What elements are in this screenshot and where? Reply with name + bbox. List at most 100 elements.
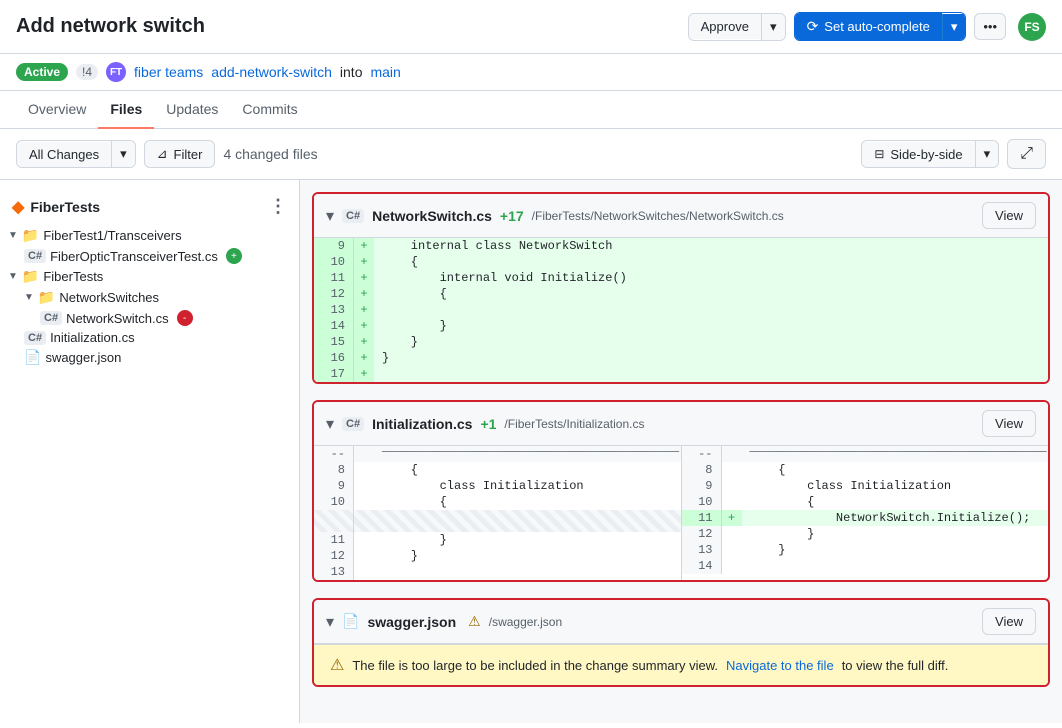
more-actions-button[interactable]: ••• [974, 13, 1006, 40]
tab-bar: Overview Files Updates Commits [0, 91, 1062, 129]
cs-icon: C# [24, 331, 46, 345]
approve-button-group[interactable]: Approve ▾ [688, 13, 786, 41]
tab-files[interactable]: Files [98, 91, 154, 129]
active-badge: Active [16, 63, 68, 81]
file-label: Initialization.cs [50, 330, 135, 345]
file-card-initialization: ▾ C# Initialization.cs +1 /FiberTests/In… [312, 400, 1050, 582]
file-card-header: ▾ C# Initialization.cs +1 /FiberTests/In… [314, 402, 1048, 446]
auto-complete-button-group[interactable]: ⟳ Set auto-complete ▾ [794, 12, 967, 41]
code-line: 11 } [314, 532, 681, 548]
collapse-button[interactable]: ▾ [326, 414, 334, 434]
count-badge: !4 [76, 64, 98, 80]
file-tree-sidebar: ◆ FiberTests ⋮ ▼ 📁 FiberTest1/Transceive… [0, 180, 300, 723]
file-card-header: ▾ 📄 swagger.json ⚠ /swagger.json View [314, 600, 1048, 644]
warning-bar: ⚠ The file is too large to be included i… [314, 644, 1048, 685]
folder-label: FiberTests [43, 269, 103, 284]
chevron-down-icon: ▼ [8, 271, 18, 282]
diff-right: -- ─────────────────────────────────────… [682, 446, 1049, 580]
folder-icon: 📁 [22, 227, 39, 244]
collapse-button[interactable]: ▾ [326, 612, 334, 632]
expand-button[interactable]: ⤢ [1007, 139, 1046, 169]
changed-files-count: 4 changed files [223, 146, 317, 162]
file-name: NetworkSwitch.cs [372, 208, 492, 224]
branch-to[interactable]: main [370, 64, 400, 80]
diff-content-area: ▾ C# NetworkSwitch.cs +17 /FiberTests/Ne… [300, 180, 1062, 723]
code-line: 8 { [314, 462, 681, 478]
tree-file-networkswitch[interactable]: C# NetworkSwitch.cs - [0, 308, 299, 328]
files-toolbar: All Changes ▾ ⊿ Filter 4 changed files ⊟… [0, 129, 1062, 180]
cs-icon: C# [24, 249, 46, 263]
code-line: 16 + } [314, 350, 1048, 366]
all-changes-dropdown[interactable]: All Changes ▾ [16, 140, 136, 168]
warning-icon: ⚠ [330, 655, 344, 675]
approve-chevron[interactable]: ▾ [761, 14, 785, 40]
diff-left: -- ─────────────────────────────────────… [314, 446, 682, 580]
all-changes-chevron[interactable]: ▾ [111, 141, 135, 167]
tree-file-fiberoptic[interactable]: C# FiberOpticTransceiverTest.cs + [0, 246, 299, 266]
view-file-button[interactable]: View [982, 202, 1036, 229]
code-line: 10 + { [314, 254, 1048, 270]
filter-icon: ⊿ [157, 146, 168, 162]
code-line: 10 { [682, 494, 1049, 510]
author-link[interactable]: fiber teams [134, 64, 203, 80]
tree-folder-fibertests[interactable]: ▼ 📁 FiberTests [0, 266, 299, 287]
tab-overview[interactable]: Overview [16, 91, 98, 129]
filter-button[interactable]: ⊿ Filter [144, 140, 216, 168]
code-line: 9 class Initialization [682, 478, 1049, 494]
code-line: -- ─────────────────────────────────────… [314, 446, 681, 462]
file-path: /FiberTests/Initialization.cs [504, 417, 644, 431]
tree-file-swagger[interactable]: 📄 swagger.json [0, 347, 299, 368]
branch-from[interactable]: add-network-switch [211, 64, 332, 80]
sidebar-header-left: ◆ FiberTests [12, 197, 100, 217]
file-label: NetworkSwitch.cs [66, 311, 169, 326]
page-title: Add network switch [16, 15, 205, 38]
tree-folder-networkswitches[interactable]: ▼ 📁 NetworkSwitches [0, 287, 299, 308]
view-mode-chevron[interactable]: ▾ [975, 141, 999, 167]
cs-icon: C# [40, 311, 62, 325]
file-change-count: +17 [500, 208, 524, 224]
warning-link[interactable]: Navigate to the file [726, 658, 834, 673]
code-line-skipped [314, 510, 681, 532]
toolbar-right: ⊟ Side-by-side ▾ ⤢ [861, 139, 1046, 169]
all-changes-button[interactable]: All Changes [17, 142, 111, 167]
cs-lang-badge: C# [342, 417, 364, 431]
tree-folder-fibertests1[interactable]: ▼ 📁 FiberTest1/Transceivers [0, 225, 299, 246]
warning-triangle-icon: ⚠ [468, 613, 481, 630]
add-badge-icon: + [226, 248, 242, 264]
tab-commits[interactable]: Commits [230, 91, 309, 129]
code-line: 9 + internal class NetworkSwitch [314, 238, 1048, 254]
repo-icon: ◆ [12, 197, 24, 217]
code-line: 11 + internal void Initialize() [314, 270, 1048, 286]
code-line: 15 + } [314, 334, 1048, 350]
code-line: 13 [314, 564, 681, 580]
auto-complete-button[interactable]: ⟳ Set auto-complete [795, 13, 942, 40]
main-content: ◆ FiberTests ⋮ ▼ 📁 FiberTest1/Transceive… [0, 180, 1062, 723]
remove-badge-icon: - [177, 310, 193, 326]
file-label: swagger.json [45, 350, 121, 365]
code-line: 12 } [682, 526, 1049, 542]
tab-updates[interactable]: Updates [154, 91, 230, 129]
file-change-count: +1 [480, 416, 496, 432]
file-card-swagger: ▾ 📄 swagger.json ⚠ /swagger.json View ⚠ … [312, 598, 1050, 687]
code-line: 8 { [682, 462, 1049, 478]
view-file-button[interactable]: View [982, 608, 1036, 635]
tree-file-initialization[interactable]: C# Initialization.cs [0, 328, 299, 347]
approve-button[interactable]: Approve [689, 14, 761, 39]
warning-suffix: to view the full diff. [842, 658, 949, 673]
collapse-button[interactable]: ▾ [326, 206, 334, 226]
code-line: -- ─────────────────────────────────────… [682, 446, 1049, 462]
side-by-side-button[interactable]: ⊟ Side-by-side [862, 142, 974, 167]
folder-label: NetworkSwitches [59, 290, 159, 305]
file-card-header: ▾ C# NetworkSwitch.cs +17 /FiberTests/Ne… [314, 194, 1048, 238]
header-actions: Approve ▾ ⟳ Set auto-complete ▾ ••• FS [688, 12, 1046, 41]
view-mode-dropdown[interactable]: ⊟ Side-by-side ▾ [861, 140, 999, 168]
code-diff-networkswitch: 9 + internal class NetworkSwitch 10 + { … [314, 238, 1048, 382]
code-line: 12 + { [314, 286, 1048, 302]
file-path: /FiberTests/NetworkSwitches/NetworkSwitc… [532, 209, 784, 223]
code-line: 14 + } [314, 318, 1048, 334]
auto-complete-chevron[interactable]: ▾ [942, 14, 966, 40]
view-file-button[interactable]: View [982, 410, 1036, 437]
folder-label: FiberTest1/Transceivers [43, 228, 181, 243]
sidebar-more-icon[interactable]: ⋮ [269, 196, 287, 217]
chevron-down-icon: ▼ [24, 292, 34, 303]
